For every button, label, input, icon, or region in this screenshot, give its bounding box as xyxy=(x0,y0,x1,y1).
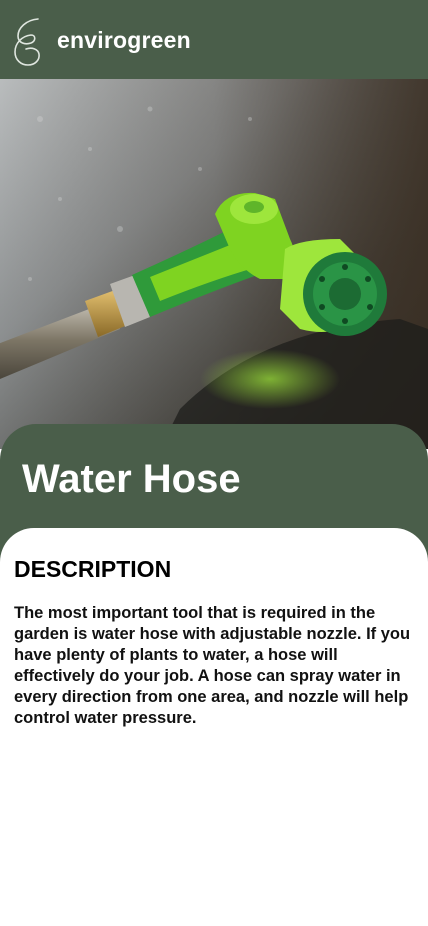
app-header: envirogreen xyxy=(0,0,428,79)
leaf-icon[interactable] xyxy=(12,16,42,68)
product-title: Water Hose xyxy=(22,457,241,501)
product-page: envirogreen Water Hose DESCRIPTION The m… xyxy=(0,0,428,926)
brand-name[interactable]: envirogreen xyxy=(57,26,191,54)
water-hose-photo xyxy=(0,79,428,449)
hero-image xyxy=(0,79,428,449)
section-heading: DESCRIPTION xyxy=(14,556,172,582)
description-text: The most important tool that is required… xyxy=(14,604,411,727)
